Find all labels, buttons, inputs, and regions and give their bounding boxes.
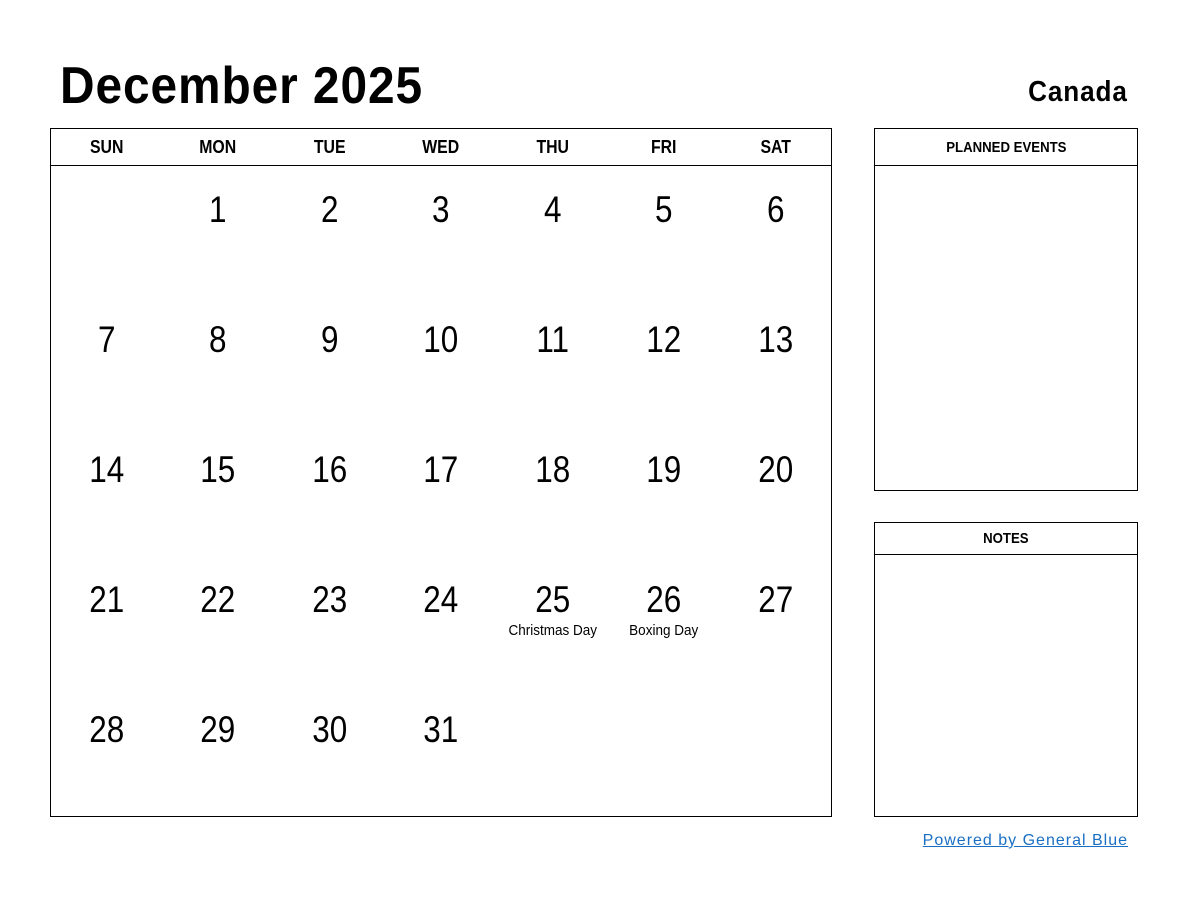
day-number: 3 bbox=[432, 189, 450, 230]
day-cell: 13 bbox=[720, 296, 831, 426]
day-cell: 10 bbox=[385, 296, 496, 426]
day-number: 16 bbox=[312, 449, 348, 490]
day-number: 22 bbox=[200, 579, 236, 620]
page-title: December 2025 bbox=[60, 57, 424, 115]
day-number: 4 bbox=[543, 189, 562, 230]
day-cell: 22 bbox=[162, 556, 273, 686]
day-cell: 15 bbox=[162, 426, 273, 556]
day-cell: 17 bbox=[385, 426, 496, 556]
weekday-thu: THU bbox=[536, 136, 569, 157]
notes-header: NOTES bbox=[875, 523, 1137, 555]
day-number: 31 bbox=[423, 709, 459, 750]
day-cell: 23 bbox=[274, 556, 385, 686]
powered-by-link[interactable]: Powered by General Blue bbox=[923, 832, 1128, 850]
calendar-grid: SUN MON TUE WED THU FRI SAT 1 2 3 4 5 6 7 8 9 10 1… bbox=[50, 128, 832, 817]
day-number: 12 bbox=[646, 319, 682, 360]
day-number: 27 bbox=[757, 579, 793, 620]
day-number: 20 bbox=[757, 449, 793, 490]
day-number: 1 bbox=[209, 189, 227, 230]
weekday-sun: SUN bbox=[89, 136, 124, 157]
day-number: 2 bbox=[320, 189, 339, 230]
day-number: 5 bbox=[655, 189, 673, 230]
day-cell bbox=[51, 166, 162, 296]
day-number: 14 bbox=[89, 449, 125, 490]
planned-events-panel: PLANNED EVENTS bbox=[874, 128, 1138, 491]
day-number: 21 bbox=[89, 579, 125, 620]
day-number: 23 bbox=[312, 579, 348, 620]
day-cell: 12 bbox=[608, 296, 719, 426]
day-cell: 28 bbox=[51, 686, 162, 816]
day-cell: 1 bbox=[162, 166, 273, 296]
day-number: 9 bbox=[320, 319, 339, 360]
day-number: 25 bbox=[534, 579, 570, 620]
day-cell: 9 bbox=[274, 296, 385, 426]
day-number: 17 bbox=[423, 449, 459, 490]
day-number: 29 bbox=[200, 709, 236, 750]
holiday-label: Christmas Day bbox=[508, 622, 597, 639]
day-number: 8 bbox=[209, 319, 227, 360]
day-number: 10 bbox=[423, 319, 459, 360]
day-cell: 16 bbox=[274, 426, 385, 556]
weekday-tue: TUE bbox=[313, 136, 346, 157]
weekday-fri: FRI bbox=[651, 136, 677, 157]
days-grid: 1 2 3 4 5 6 7 8 9 10 11 12 13 14 15 16 17 18 19 20 21 22 23 24 2… bbox=[51, 166, 831, 816]
day-number: 18 bbox=[534, 449, 570, 490]
weekday-mon: MON bbox=[199, 136, 237, 157]
weekday-sat: SAT bbox=[760, 136, 791, 157]
day-number: 13 bbox=[757, 319, 793, 360]
notes-title: NOTES bbox=[983, 530, 1029, 547]
day-cell: 5 bbox=[608, 166, 719, 296]
day-cell bbox=[497, 686, 608, 816]
notes-panel: NOTES bbox=[874, 522, 1138, 817]
day-number: 6 bbox=[766, 189, 785, 230]
weekday-header: SUN MON TUE WED THU FRI SAT bbox=[51, 129, 831, 166]
day-cell: 3 bbox=[385, 166, 496, 296]
day-cell: 7 bbox=[51, 296, 162, 426]
day-cell: 8 bbox=[162, 296, 273, 426]
planned-events-title: PLANNED EVENTS bbox=[945, 138, 1067, 156]
day-number: 11 bbox=[536, 319, 569, 360]
day-number: 19 bbox=[646, 449, 682, 490]
day-cell: 11 bbox=[497, 296, 608, 426]
day-cell: 14 bbox=[51, 426, 162, 556]
day-cell: 29 bbox=[162, 686, 273, 816]
day-cell: 19 bbox=[608, 426, 719, 556]
day-number: 30 bbox=[312, 709, 348, 750]
day-cell: 25 Christmas Day bbox=[497, 556, 608, 686]
holiday-label: Boxing Day bbox=[629, 622, 699, 639]
day-cell: 2 bbox=[274, 166, 385, 296]
day-cell bbox=[608, 686, 719, 816]
day-cell: 4 bbox=[497, 166, 608, 296]
day-cell: 27 bbox=[720, 556, 831, 686]
day-number: 7 bbox=[97, 319, 116, 360]
country-label: Canada bbox=[1028, 76, 1128, 108]
day-cell: 31 bbox=[385, 686, 496, 816]
day-cell bbox=[720, 686, 831, 816]
day-cell: 18 bbox=[497, 426, 608, 556]
day-number: 24 bbox=[423, 579, 459, 620]
day-number: 26 bbox=[646, 579, 682, 620]
day-number: 28 bbox=[89, 709, 125, 750]
day-cell: 21 bbox=[51, 556, 162, 686]
day-cell: 24 bbox=[385, 556, 496, 686]
weekday-wed: WED bbox=[422, 136, 460, 157]
day-number: 15 bbox=[200, 449, 236, 490]
day-cell: 20 bbox=[720, 426, 831, 556]
day-cell: 30 bbox=[274, 686, 385, 816]
planned-events-header: PLANNED EVENTS bbox=[875, 129, 1137, 166]
day-cell: 26 Boxing Day bbox=[608, 556, 719, 686]
day-cell: 6 bbox=[720, 166, 831, 296]
